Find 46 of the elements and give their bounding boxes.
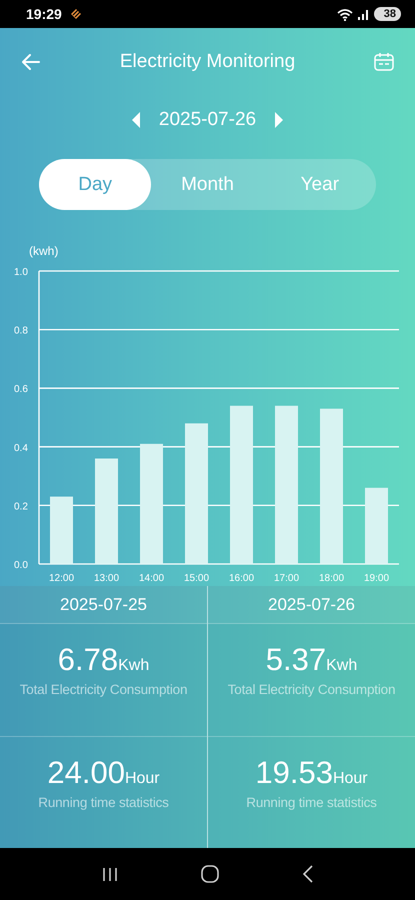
stat-label: Running time statistics (38, 794, 169, 810)
stat-value: 24.00 (47, 754, 125, 790)
x-tick-label: 15:00 (184, 573, 210, 584)
status-time: 19:29 (26, 6, 62, 22)
stat-unit: Kwh (326, 657, 358, 675)
stat-unit: Kwh (118, 657, 150, 675)
back-icon[interactable] (302, 865, 314, 883)
y-tick-label: 0.8 (14, 326, 28, 337)
stat-value: 5.37 (266, 642, 326, 678)
period-tab[interactable]: Day (39, 159, 152, 210)
y-tick-label: 0.0 (14, 560, 28, 571)
screen-title: Electricity Monitoring (120, 50, 296, 72)
y-tick-label: 0.6 (14, 384, 28, 396)
x-tick-label: 17:00 (274, 573, 300, 584)
current-date: 2025-07-26 (158, 109, 256, 131)
previous-day-icon[interactable] (130, 112, 141, 128)
home-icon[interactable] (200, 865, 218, 883)
next-day-icon[interactable] (274, 112, 284, 128)
back-arrow-icon[interactable] (21, 52, 41, 70)
x-tick-label: 19:00 (364, 573, 390, 584)
notification-icon (68, 8, 83, 20)
period-tab[interactable]: Year (264, 159, 376, 210)
stat-value: 19.53 (255, 754, 333, 790)
stat-value: 6.78 (58, 642, 118, 678)
x-tick-label: 14:00 (138, 573, 164, 584)
stat-unit: Hour (332, 770, 368, 788)
wifi-icon (336, 8, 353, 20)
stat-unit: Hour (124, 770, 160, 788)
x-tick-label: 18:00 (318, 573, 344, 584)
y-tick-label: 1.0 (14, 267, 28, 278)
stat-label: Total Electricity Consumption (20, 682, 188, 697)
y-axis-unit: (kwh) (29, 244, 58, 258)
recent-apps-icon[interactable] (102, 866, 118, 882)
x-tick-label: 13:00 (94, 573, 120, 584)
period-tab[interactable]: Month (151, 159, 264, 210)
battery-indicator: 38 (374, 7, 401, 21)
stat-label: Total Electricity Consumption (228, 682, 396, 697)
x-tick-label: 12:00 (48, 573, 74, 584)
stat-label: Running time statistics (246, 794, 377, 810)
calendar-icon[interactable] (374, 52, 394, 71)
signal-icon (358, 8, 369, 20)
comparison-date: 2025-07-26 (268, 594, 355, 614)
y-tick-label: 0.4 (14, 442, 28, 454)
comparison-date: 2025-07-25 (60, 594, 147, 614)
y-tick-label: 0.2 (14, 501, 28, 512)
x-tick-label: 16:00 (228, 573, 254, 584)
